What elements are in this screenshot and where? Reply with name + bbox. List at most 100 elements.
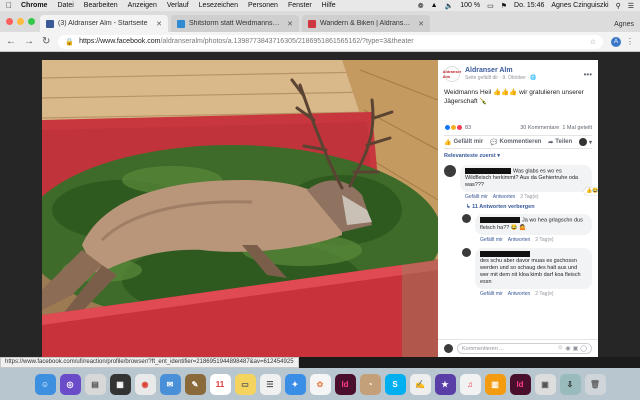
post-as-selector[interactable]: ▾	[578, 138, 592, 146]
sort-comments-dropdown[interactable]: Relevanteste zuerst ▾	[438, 149, 598, 163]
post-stats: 83 30 Kommentare 1 Mal geteilt	[438, 106, 598, 135]
stickies-icon[interactable]: ▭	[234, 373, 256, 395]
itunes-icon[interactable]: ♫	[459, 373, 481, 395]
more-menu-icon[interactable]: ⋮	[626, 37, 634, 46]
sticker-icon[interactable]: ◯	[580, 345, 587, 352]
commenter-avatar[interactable]	[462, 214, 471, 224]
clock[interactable]: Do. 15:46	[514, 2, 544, 9]
like-button[interactable]: 👍 Gefällt mir	[444, 139, 483, 146]
menu-app-name[interactable]: Chrome	[21, 2, 47, 9]
back-arrow-icon[interactable]: ←	[6, 36, 16, 47]
reload-icon[interactable]: ↻	[42, 36, 50, 47]
siri-icon[interactable]: ◎	[59, 373, 81, 395]
user-name[interactable]: Agnes Czinguiszki	[551, 2, 608, 9]
mission-control-icon[interactable]: ▦	[109, 373, 131, 395]
contacts-icon[interactable]: ◔	[359, 373, 381, 395]
safari-icon[interactable]: ✦	[284, 373, 306, 395]
menu-hilfe[interactable]: Hilfe	[322, 2, 336, 9]
battery-percent[interactable]: 100 %	[460, 2, 480, 9]
comment-reply-link[interactable]: Antworten	[508, 291, 531, 297]
mail-icon[interactable]: ✉	[159, 373, 181, 395]
tab-wandern-biken[interactable]: Wandern & Biken | Aldranser Alm ✕	[302, 15, 430, 32]
comment-like-link[interactable]: Gefällt mir	[465, 194, 488, 200]
close-tab-icon[interactable]: ✕	[156, 20, 162, 28]
trash-icon[interactable]: 🗑	[584, 373, 606, 395]
reaction-icons[interactable]	[444, 124, 463, 131]
reminders-icon[interactable]: ☰	[259, 373, 281, 395]
menu-personen[interactable]: Personen	[248, 2, 278, 9]
search-icon[interactable]: ⚲	[616, 2, 621, 10]
love-reaction-icon	[456, 124, 463, 131]
comment-footer: Gefällt mir Antworten 2 Tag(e)	[475, 235, 592, 243]
calendar-icon[interactable]: 11	[209, 373, 231, 395]
post-photo[interactable]	[42, 60, 438, 357]
skype-icon[interactable]: S	[384, 373, 406, 395]
menu-list-icon[interactable]: ☰	[628, 2, 634, 10]
imovie-icon[interactable]: ★	[434, 373, 456, 395]
address-bar[interactable]: 🔒 https://www.facebook.com/aldranseralm/…	[58, 34, 603, 49]
downloads-stack-icon[interactable]: ⇩	[559, 373, 581, 395]
battery-icon[interactable]: ▭	[487, 2, 494, 10]
comment-like-link[interactable]: Gefällt mir	[480, 237, 503, 243]
commenter-avatar[interactable]	[462, 247, 471, 257]
launchpad-icon[interactable]: ▤	[84, 373, 106, 395]
comment-like-link[interactable]: Gefällt mir	[480, 291, 503, 297]
bookmark-star-icon[interactable]: ☆	[590, 38, 596, 46]
menu-lesezeichen[interactable]: Lesezeichen	[199, 2, 238, 9]
notes-icon[interactable]: ✎	[184, 373, 206, 395]
comment-time[interactable]: 2 Tag(e)	[520, 194, 538, 200]
share-count[interactable]: 1 Mal geteilt	[562, 125, 592, 131]
books-icon[interactable]: ▥	[484, 373, 506, 395]
bluetooth-icon[interactable]: ❁	[418, 2, 424, 10]
camera-icon[interactable]: ◉	[565, 345, 570, 352]
commenter-avatar[interactable]	[444, 165, 456, 177]
page-logo-text: Aldranser Alm	[442, 69, 462, 79]
flag-icon[interactable]: ⚑	[501, 2, 507, 10]
post-caption: Weidmanns Heil 👍👍👍 wir gratulieren unser…	[444, 89, 584, 105]
page-name[interactable]: Aldranser Alm	[465, 67, 537, 74]
comment-time[interactable]: 2 Tag(e)	[535, 291, 553, 297]
close-window-button[interactable]	[6, 18, 13, 25]
volume-icon[interactable]: 🔈	[445, 2, 454, 10]
menu-anzeigen[interactable]: Anzeigen	[128, 2, 157, 9]
page-logo[interactable]: Aldranser Alm	[442, 66, 462, 82]
preview-icon[interactable]: ▣	[534, 373, 556, 395]
news-icon	[177, 19, 185, 28]
tab-shitstorm[interactable]: Shitstorm statt Weidmannsheil ✕	[171, 15, 299, 32]
menu-bearbeiten[interactable]: Bearbeiten	[84, 2, 118, 9]
menu-verlauf[interactable]: Verlauf	[167, 2, 189, 9]
gif-icon[interactable]: ▣	[573, 345, 579, 352]
tab-title: (3) Aldranser Alm - Startseite	[58, 20, 148, 27]
indesign-doc-icon[interactable]: Id	[509, 373, 531, 395]
menu-datei[interactable]: Datei	[57, 2, 73, 9]
more-options-icon[interactable]: •••	[584, 70, 592, 79]
minimize-window-button[interactable]	[17, 18, 24, 25]
comment-reply-link[interactable]: Antworten	[493, 194, 516, 200]
comment-time[interactable]: 2 Tag(e)	[535, 237, 553, 243]
chrome-icon[interactable]: ◉	[134, 373, 156, 395]
emoji-icon[interactable]: ☺	[557, 345, 563, 352]
comment-button[interactable]: 💬 Kommentieren	[490, 139, 542, 146]
comment-count[interactable]: 30 Kommentare	[520, 125, 559, 131]
close-tab-icon[interactable]: ✕	[287, 20, 293, 28]
textedit-icon[interactable]: ✍	[409, 373, 431, 395]
macos-dock: ☺ ◎ ▤ ▦ ◉ ✉ ✎ 11 ▭ ☰ ✦ ✿ Id ◔ S ✍ ★ ♫ ▥ …	[0, 368, 640, 400]
forward-arrow-icon[interactable]: →	[24, 36, 34, 47]
extension-avatar-icon[interactable]: A	[611, 36, 621, 47]
reaction-count[interactable]: 83	[465, 125, 471, 131]
comment-reply-link[interactable]: Antworten	[508, 237, 531, 243]
profile-label[interactable]: Agnes	[614, 21, 634, 28]
close-tab-icon[interactable]: ✕	[418, 20, 424, 28]
zoom-window-button[interactable]	[28, 18, 35, 25]
apple-icon[interactable]: 	[6, 1, 12, 10]
menu-fenster[interactable]: Fenster	[288, 2, 312, 9]
comment-reactions-badge[interactable]: 👍😂13	[583, 188, 598, 196]
photos-icon[interactable]: ✿	[309, 373, 331, 395]
finder-icon[interactable]: ☺	[34, 373, 56, 395]
share-button[interactable]: ➦ Teilen	[548, 139, 572, 146]
hide-replies-link[interactable]: ↳ 11 Antworten verbergen	[438, 200, 598, 212]
wifi-icon[interactable]: ▲	[431, 2, 438, 9]
indesign-icon[interactable]: Id	[334, 373, 356, 395]
tab-aldranser-startseite[interactable]: (3) Aldranser Alm - Startseite ✕	[40, 15, 168, 32]
comment-input[interactable]: Kommentieren ... ☺ ◉ ▣ ◯	[457, 343, 592, 354]
